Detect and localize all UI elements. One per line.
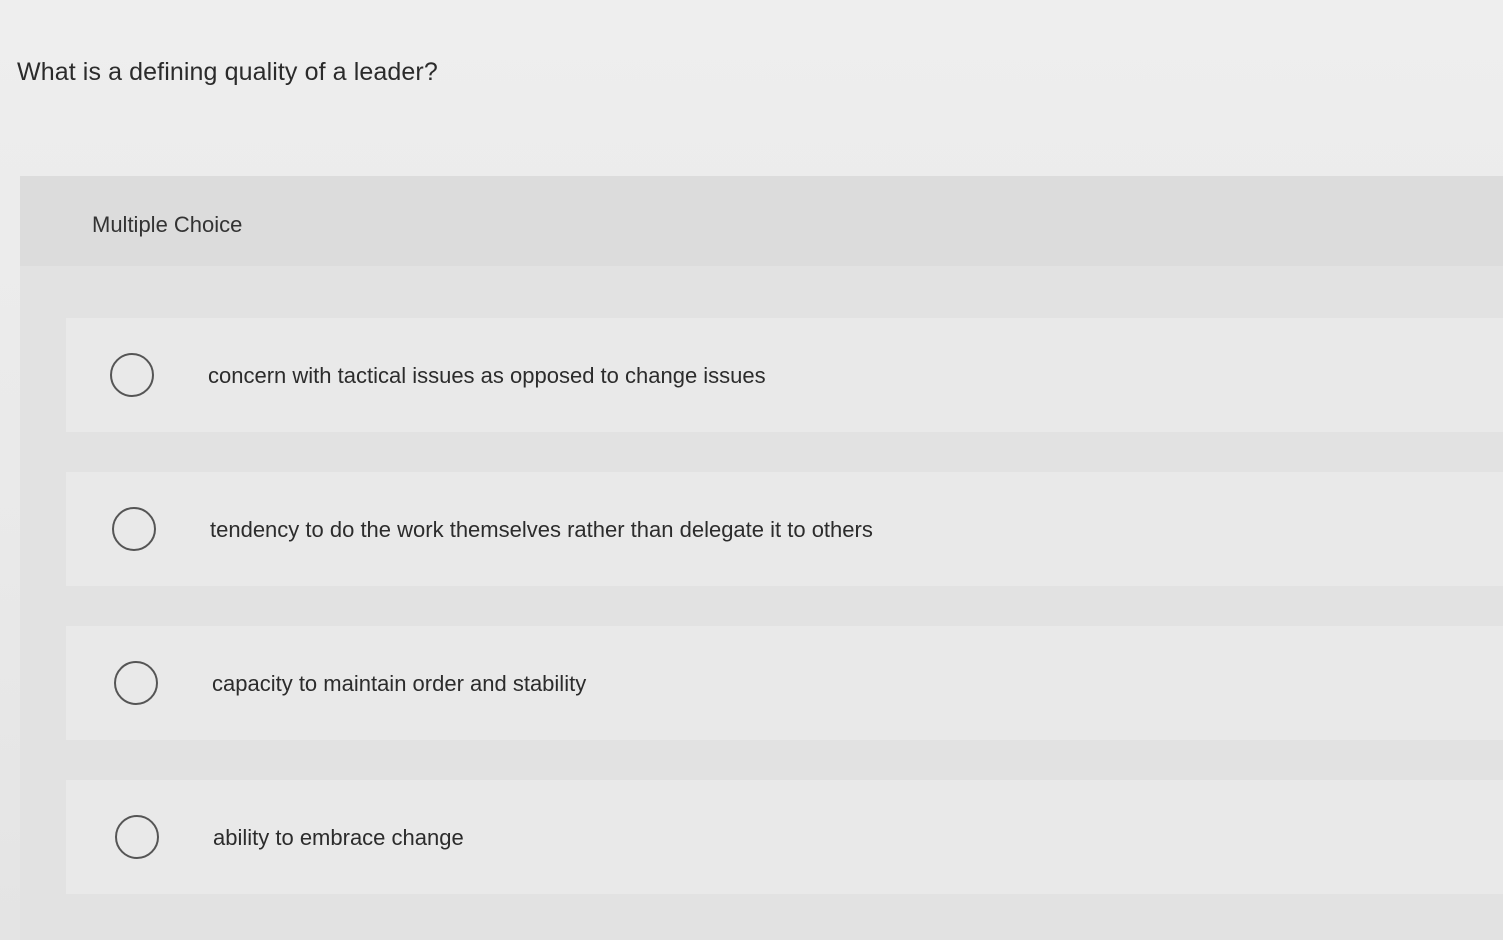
multiple-choice-label: Multiple Choice [92, 212, 243, 237]
option-2[interactable]: tendency to do the work themselves rathe… [66, 472, 1503, 586]
multiple-choice-panel: Multiple Choice concern with tactical is… [20, 176, 1503, 940]
options-list: concern with tactical issues as opposed … [66, 318, 1503, 934]
option-label-4: ability to embrace change [213, 825, 464, 850]
radio-button-2[interactable] [112, 507, 156, 551]
multiple-choice-header: Multiple Choice [20, 176, 1503, 266]
option-4[interactable]: ability to embrace change [66, 780, 1503, 894]
question-text: What is a defining quality of a leader? [17, 58, 438, 86]
option-1[interactable]: concern with tactical issues as opposed … [66, 318, 1503, 432]
option-label-3: capacity to maintain order and stability [212, 671, 587, 696]
option-3[interactable]: capacity to maintain order and stability [66, 626, 1503, 740]
radio-button-3[interactable] [114, 661, 158, 705]
radio-button-1[interactable] [110, 353, 154, 397]
quiz-page: What is a defining quality of a leader? … [0, 0, 1503, 940]
option-label-2: tendency to do the work themselves rathe… [210, 517, 873, 542]
radio-button-4[interactable] [115, 815, 159, 859]
option-label-1: concern with tactical issues as opposed … [208, 363, 766, 388]
